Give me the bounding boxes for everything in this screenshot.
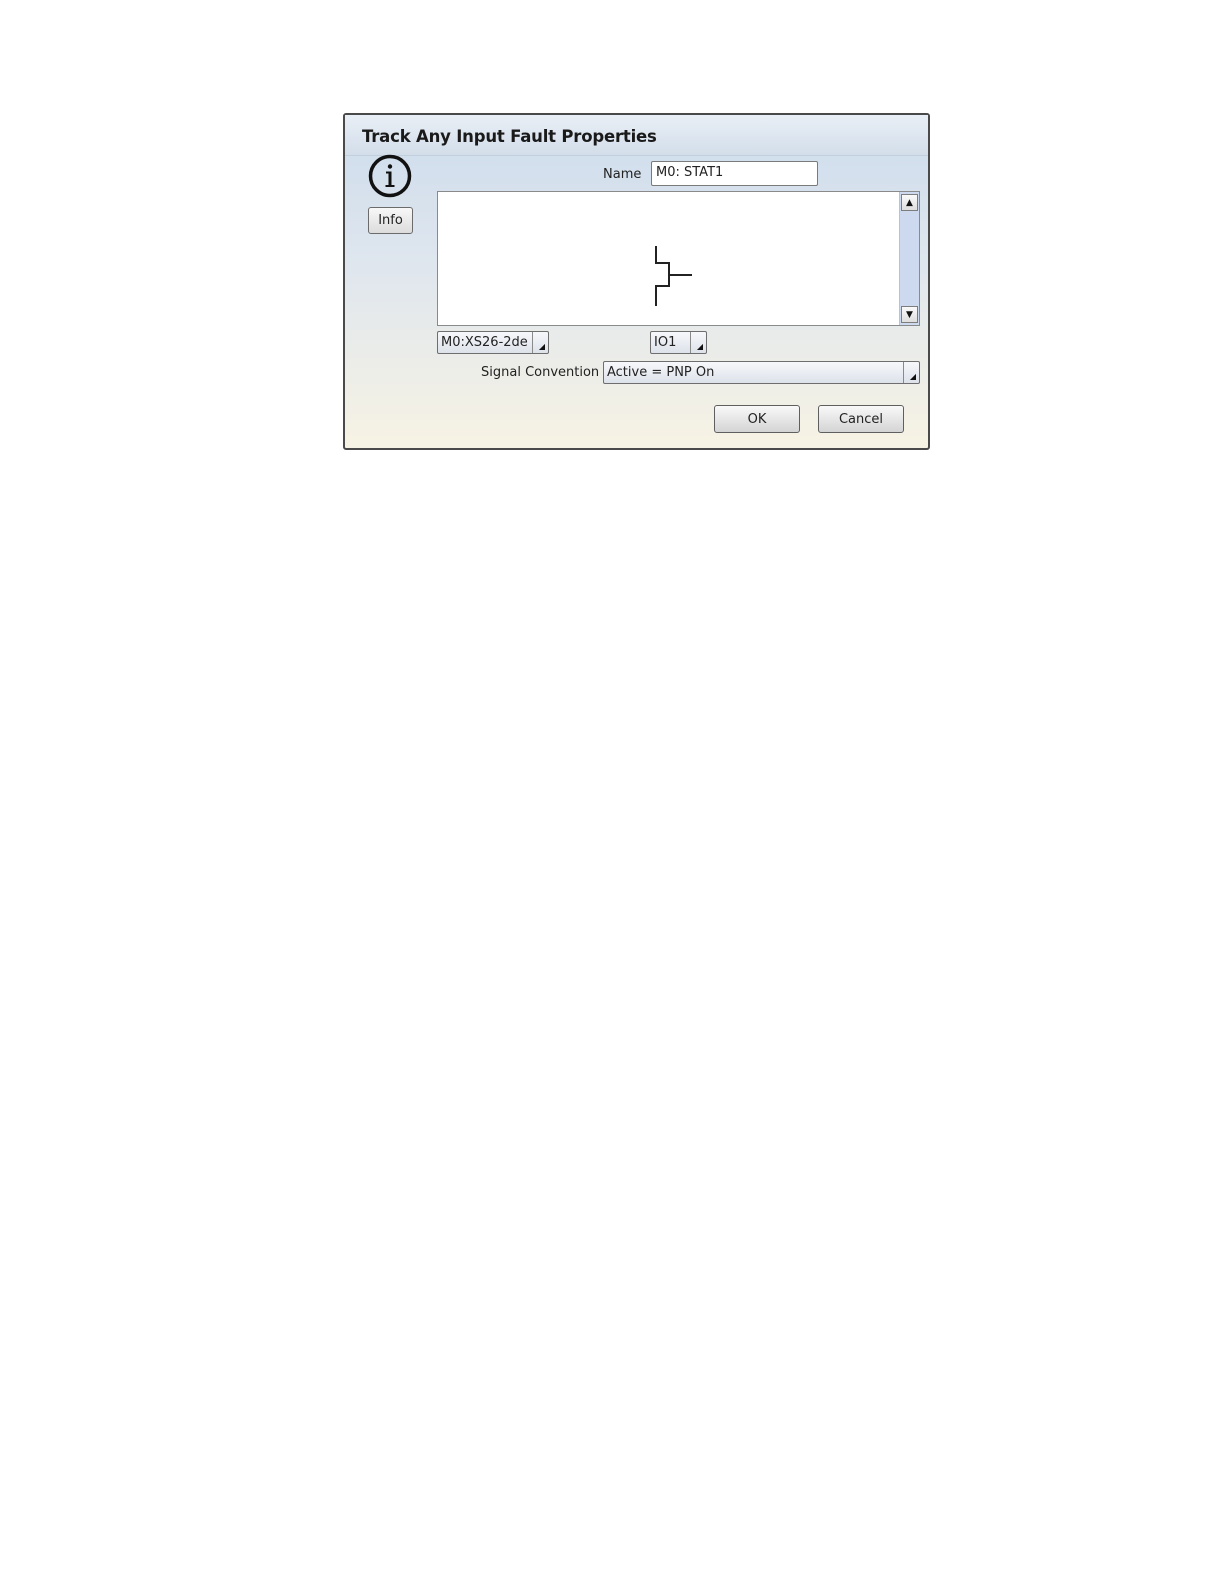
signal-convention-select[interactable]: Active = PNP On ◢ bbox=[603, 361, 920, 384]
name-input[interactable]: M0: STAT1 bbox=[651, 161, 818, 186]
info-icon bbox=[368, 154, 412, 198]
info-button[interactable]: Info bbox=[368, 207, 413, 234]
dialog-title: Track Any Input Fault Properties bbox=[362, 127, 657, 146]
io-select-value: IO1 bbox=[654, 335, 677, 350]
ok-button[interactable]: OK bbox=[714, 405, 800, 433]
cancel-button[interactable]: Cancel bbox=[818, 405, 904, 433]
track-any-input-fault-dialog: Track Any Input Fault Properties Info Na… bbox=[343, 113, 930, 450]
signal-convention-value: Active = PNP On bbox=[607, 365, 715, 380]
dropdown-arrow-icon[interactable]: ◢ bbox=[690, 332, 706, 353]
module-select[interactable]: M0:XS26-2de ◢ bbox=[437, 331, 549, 354]
input-contact-symbol-icon bbox=[655, 246, 692, 306]
signal-convention-label: Signal Convention bbox=[481, 365, 600, 380]
scroll-up-icon[interactable]: ▲ bbox=[901, 194, 918, 211]
module-select-value: M0:XS26-2de bbox=[441, 335, 528, 350]
name-label: Name bbox=[603, 167, 642, 182]
io-select[interactable]: IO1 ◢ bbox=[650, 331, 707, 354]
dropdown-arrow-icon[interactable]: ◢ bbox=[903, 362, 919, 383]
dropdown-arrow-icon[interactable]: ◢ bbox=[532, 332, 548, 353]
scroll-down-icon[interactable]: ▼ bbox=[901, 306, 918, 323]
symbol-preview-area: ▲ ▼ bbox=[437, 191, 920, 326]
vertical-scrollbar[interactable]: ▲ ▼ bbox=[899, 192, 919, 325]
